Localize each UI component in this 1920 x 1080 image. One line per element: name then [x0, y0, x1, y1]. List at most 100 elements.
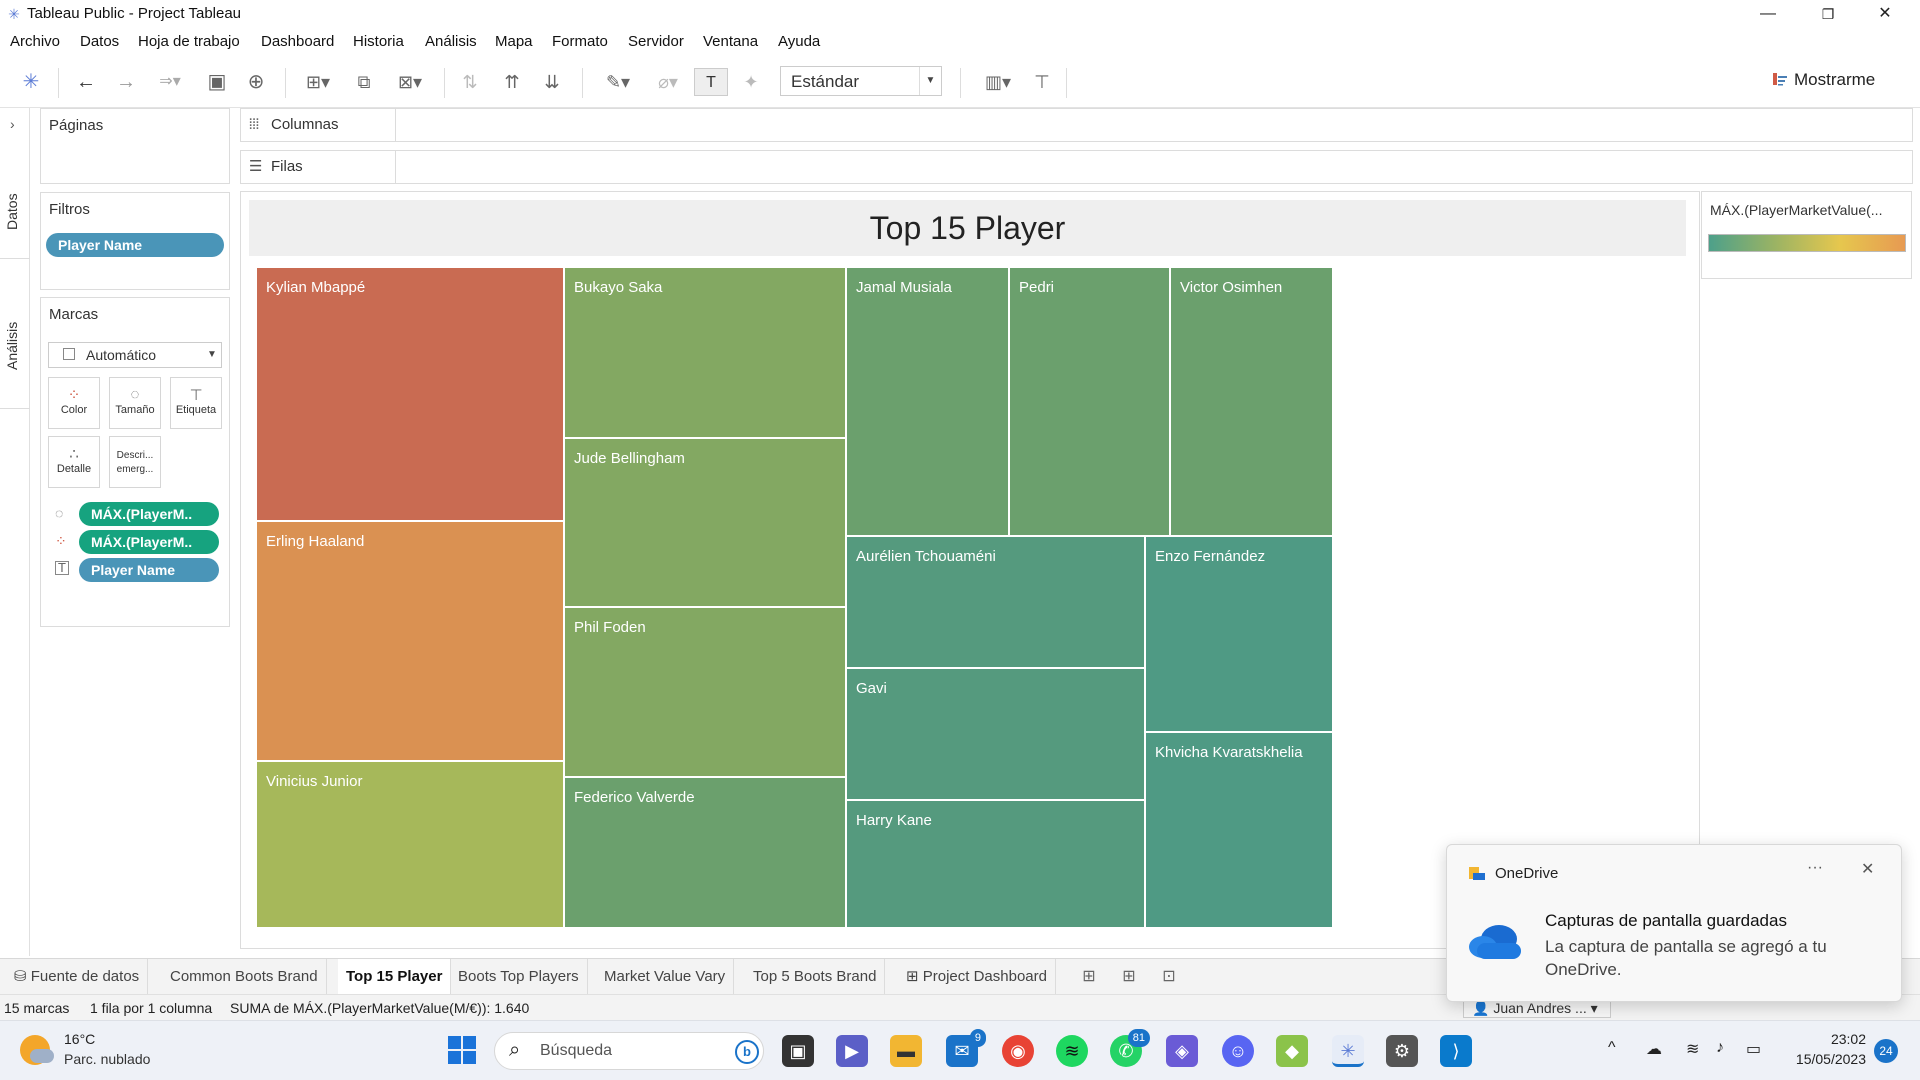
rows-shelf[interactable]: ☰ Filas [240, 150, 1913, 184]
onedrive-notification[interactable]: OneDrive ··· ✕ Capturas de pantalla guar… [1446, 844, 1902, 1002]
bing-icon[interactable]: b [735, 1040, 759, 1064]
group-icon[interactable]: ⌀▾ [648, 68, 688, 96]
tray-chevron-icon[interactable]: ^ [1608, 1039, 1616, 1057]
menu-formato[interactable]: Formato [552, 33, 608, 50]
toast-more-icon[interactable]: ··· [1807, 859, 1823, 877]
menu-servidor[interactable]: Servidor [628, 33, 684, 50]
treemap-tile[interactable]: Jamal Musiala [847, 268, 1010, 537]
treemap-tile[interactable]: Pedri [1010, 268, 1171, 537]
notifications-badge[interactable]: 24 [1874, 1039, 1898, 1063]
expand-icon[interactable]: › [10, 116, 15, 132]
treemap-tile[interactable]: Aurélien Tchouaméni [847, 537, 1146, 669]
menu-analisis[interactable]: Análisis [425, 33, 477, 50]
discord-icon[interactable]: ☺ [1222, 1035, 1254, 1067]
tab-common-boots-brand[interactable]: Common Boots Brand [162, 959, 327, 995]
new-worksheet-icon[interactable]: ⊞ [1076, 965, 1102, 989]
treemap-tile[interactable]: Federico Valverde [565, 778, 847, 929]
vscode-icon[interactable]: ⟩ [1440, 1035, 1472, 1067]
tab-data-source[interactable]: ⛁ Fuente de datos [6, 959, 149, 995]
treemap-tile[interactable]: Jude Bellingham [565, 439, 847, 608]
maximize-button[interactable]: ❐ [1805, 0, 1851, 28]
start-button[interactable] [446, 1035, 478, 1067]
color-button[interactable]: ⁘ Color [48, 377, 100, 429]
clock[interactable]: 23:02 15/05/2023 [1770, 1029, 1866, 1069]
tableau-logo-icon[interactable]: ✳ [18, 68, 44, 96]
file-explorer-icon[interactable]: ▬ [890, 1035, 922, 1067]
volume-icon[interactable]: ♪ [1716, 1039, 1724, 1057]
tab-boots-top-players[interactable]: Boots Top Players [450, 959, 588, 995]
show-labels-icon[interactable]: T [694, 68, 728, 96]
treemap-tile[interactable]: Harry Kane [847, 801, 1146, 929]
replay-icon[interactable]: ⇒▾ [150, 68, 190, 96]
menu-dashboard[interactable]: Dashboard [261, 33, 334, 50]
redo-icon[interactable]: → [112, 68, 140, 96]
presentation-mode-icon[interactable]: ⊤ [1028, 68, 1056, 96]
menu-historia[interactable]: Historia [353, 33, 404, 50]
treemap-tile[interactable]: Phil Foden [565, 608, 847, 778]
menu-ventana[interactable]: Ventana [703, 33, 758, 50]
fit-select[interactable]: Estándar ▼ [780, 66, 942, 96]
teams-chat-icon[interactable]: ▶ [836, 1035, 868, 1067]
menu-hoja-de-trabajo[interactable]: Hoja de trabajo [138, 33, 240, 50]
toast-close-icon[interactable]: ✕ [1861, 859, 1874, 879]
pin-axes-icon[interactable]: ✦ [738, 68, 764, 96]
duplicate-sheet-icon[interactable]: ⧉ [350, 68, 378, 96]
filter-pill-player-name[interactable]: Player Name [46, 233, 224, 257]
new-story-icon[interactable]: ⊡ [1156, 965, 1182, 989]
sort-ascending-icon[interactable]: ⇈ [498, 68, 526, 96]
new-dashboard-icon[interactable]: ⊞ [1116, 965, 1142, 989]
treemap-tile[interactable]: Erling Haaland [257, 522, 565, 762]
whatsapp-icon[interactable]: ✆ 81 [1110, 1029, 1150, 1067]
close-button[interactable]: ✕ [1862, 0, 1908, 28]
taskbar-search[interactable]: ⌕ Búsqueda b [494, 1032, 764, 1070]
save-icon[interactable]: ▣ [204, 68, 230, 96]
new-worksheet-icon[interactable]: ⊞▾ [296, 68, 340, 96]
onedrive-tray-icon[interactable]: ☁ [1646, 1039, 1662, 1059]
tab-datos[interactable]: Datos [4, 193, 20, 230]
clear-sheet-icon[interactable]: ⊠▾ [388, 68, 432, 96]
treemap-tile[interactable]: Khvicha Kvaratskhelia [1146, 733, 1334, 929]
settings-icon[interactable]: ⚙ [1386, 1035, 1418, 1067]
wifi-icon[interactable]: ≋ [1686, 1039, 1699, 1059]
size-button[interactable]: ◌ Tamaño [109, 377, 161, 429]
tab-top-5-boots-brand[interactable]: Top 5 Boots Brand [745, 959, 886, 995]
app-icon[interactable]: ◆ [1276, 1035, 1308, 1067]
tableau-taskbar-icon[interactable]: ✳ [1332, 1035, 1364, 1067]
treemap-tile[interactable]: Victor Osimhen [1171, 268, 1334, 537]
show-cards-icon[interactable]: ▥▾ [976, 68, 1020, 96]
detail-button[interactable]: ∴ Detalle [48, 436, 100, 488]
tab-project-dashboard[interactable]: ⊞ Project Dashboard [898, 959, 1056, 995]
columns-shelf[interactable]: ⦙⦙⦙ Columnas [240, 108, 1913, 142]
marks-pill-color[interactable]: MÁX.(PlayerM.. [79, 530, 219, 554]
highlight-icon[interactable]: ✎▾ [596, 68, 640, 96]
chrome-icon[interactable]: ◉ [1002, 1035, 1034, 1067]
tooltip-button[interactable]: Descri... emerg... [109, 436, 161, 488]
tab-analisis[interactable]: Análisis [4, 322, 20, 370]
menu-mapa[interactable]: Mapa [495, 33, 533, 50]
spotify-icon[interactable]: ≋ [1056, 1035, 1088, 1067]
mark-type-select[interactable]: Automático ▼ [48, 342, 222, 368]
swap-icon[interactable]: ⇅ [456, 68, 484, 96]
mail-icon[interactable]: ✉ 9 [946, 1029, 986, 1067]
new-data-source-icon[interactable]: ⊕ [243, 68, 269, 96]
undo-icon[interactable]: ← [72, 68, 100, 96]
sort-descending-icon[interactable]: ⇊ [538, 68, 566, 96]
battery-icon[interactable]: ▭ [1746, 1039, 1761, 1059]
treemap-tile[interactable]: Kylian Mbappé [257, 268, 565, 522]
menu-ayuda[interactable]: Ayuda [778, 33, 820, 50]
marks-pill-size[interactable]: MÁX.(PlayerM.. [79, 502, 219, 526]
copilot-icon[interactable]: ◈ [1166, 1035, 1198, 1067]
minimize-button[interactable]: — [1745, 0, 1791, 28]
marks-pill-label[interactable]: Player Name [79, 558, 219, 582]
treemap-tile[interactable]: Bukayo Saka [565, 268, 847, 439]
tab-top-15-player[interactable]: Top 15 Player [338, 959, 452, 995]
treemap-tile[interactable]: Gavi [847, 669, 1146, 801]
task-view-icon[interactable]: ▣ [782, 1035, 814, 1067]
treemap-tile[interactable]: Enzo Fernández [1146, 537, 1334, 733]
tab-market-value-vary[interactable]: Market Value Vary [596, 959, 735, 995]
label-button[interactable]: ⊤ Etiqueta [170, 377, 222, 429]
menu-archivo[interactable]: Archivo [10, 33, 60, 50]
menu-datos[interactable]: Datos [80, 33, 119, 50]
show-me-button[interactable]: Mostrarme [1772, 70, 1875, 90]
treemap-tile[interactable]: Vinicius Junior [257, 762, 565, 929]
